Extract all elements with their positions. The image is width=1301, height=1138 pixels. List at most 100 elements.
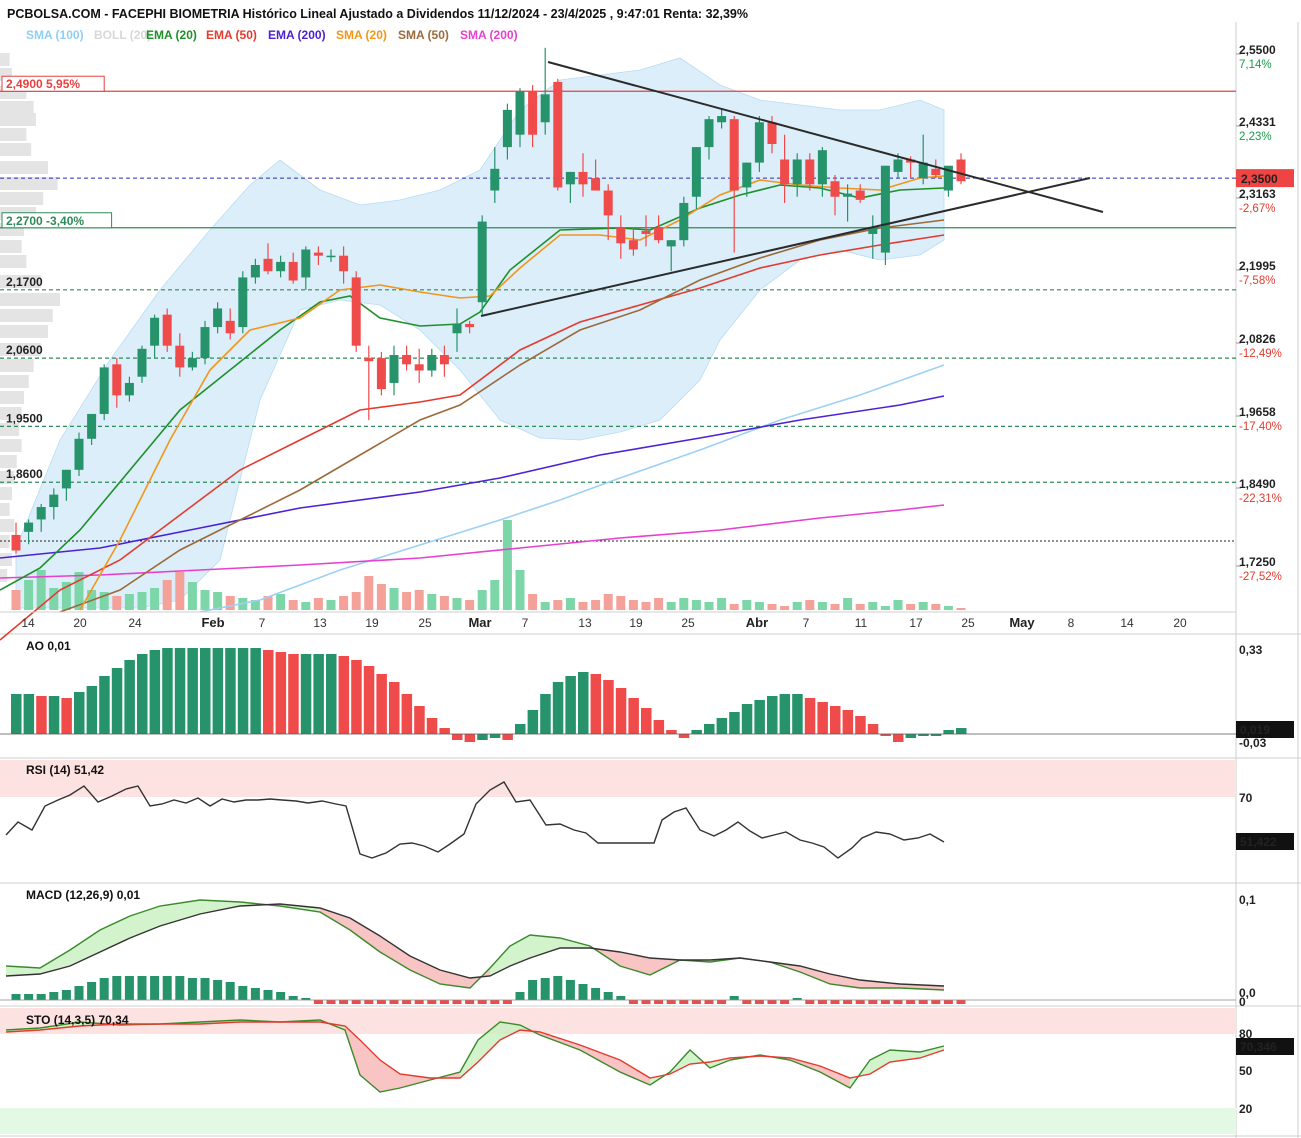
candle-body bbox=[540, 94, 550, 123]
volume-bar bbox=[187, 582, 197, 610]
macd-histogram-bar bbox=[402, 1000, 412, 1004]
rsi-label: RSI (14) 51,42 bbox=[26, 763, 104, 777]
volume-bar bbox=[402, 592, 412, 610]
candle-body bbox=[61, 469, 71, 489]
volume-bar bbox=[502, 520, 512, 610]
macd-histogram-bar bbox=[628, 1000, 638, 1004]
volume-bar bbox=[817, 602, 827, 610]
ao-bar bbox=[439, 728, 450, 734]
volume-profile-bar bbox=[0, 53, 10, 66]
candle-body bbox=[376, 358, 386, 390]
volume-bar bbox=[855, 604, 865, 610]
time-tick-label: 7 bbox=[522, 616, 529, 630]
volume-bar bbox=[11, 590, 21, 610]
price-tick-percent: -22,31% bbox=[1239, 493, 1282, 505]
volume-profile-bar bbox=[0, 255, 27, 268]
volume-profile-bar bbox=[0, 569, 8, 582]
volume-bar bbox=[364, 576, 374, 610]
legend-item: SMA (50) bbox=[398, 28, 449, 42]
ao-bar bbox=[855, 716, 866, 734]
candle-body bbox=[742, 162, 752, 188]
macd-histogram-bar bbox=[502, 1000, 512, 1004]
volume-bar bbox=[339, 596, 349, 610]
time-tick-label: 25 bbox=[418, 616, 432, 630]
volume-bar bbox=[880, 606, 890, 610]
volume-profile-bar bbox=[0, 113, 36, 126]
ao-bar bbox=[313, 654, 324, 734]
ao-bar bbox=[515, 724, 526, 734]
macd-histogram-bar bbox=[868, 1000, 878, 1004]
candle-body bbox=[87, 413, 97, 439]
ao-bar bbox=[452, 734, 463, 740]
macd-histogram-bar bbox=[805, 1000, 815, 1004]
candle-body bbox=[691, 147, 701, 197]
volume-bar bbox=[792, 602, 802, 610]
ao-bar bbox=[162, 648, 173, 734]
candle-body bbox=[578, 171, 588, 185]
time-tick-label: 19 bbox=[365, 616, 379, 630]
ao-bar bbox=[817, 702, 828, 734]
ao-bar bbox=[615, 688, 627, 734]
volume-bar bbox=[389, 588, 399, 610]
candle-body bbox=[150, 317, 160, 346]
volume-bar bbox=[175, 572, 185, 610]
candle-body bbox=[11, 534, 21, 551]
ao-bar bbox=[565, 676, 576, 734]
price-tick-label: 2,1995 bbox=[1239, 259, 1276, 273]
sto-tick-label: 20 bbox=[1239, 1102, 1253, 1116]
volume-bar bbox=[124, 594, 134, 610]
volume-bar bbox=[654, 598, 664, 610]
candle-body bbox=[187, 358, 197, 368]
macd-histogram-bar bbox=[515, 992, 525, 1000]
ao-bar bbox=[590, 674, 602, 734]
ao-bar bbox=[187, 648, 198, 734]
candle-body bbox=[276, 261, 286, 272]
volume-bar bbox=[893, 600, 903, 610]
ao-bar bbox=[767, 696, 778, 734]
macd-histogram-bar bbox=[780, 1000, 790, 1004]
macd-histogram-bar bbox=[666, 1000, 676, 1004]
candle-body bbox=[654, 227, 664, 241]
candle-body bbox=[200, 327, 210, 359]
candle-body bbox=[364, 358, 374, 362]
volume-bar bbox=[943, 606, 953, 610]
candle-body bbox=[439, 354, 449, 365]
ao-bar bbox=[792, 694, 803, 734]
volume-bar bbox=[515, 570, 525, 610]
candle-body bbox=[427, 354, 437, 371]
volume-bar bbox=[754, 602, 764, 610]
macd-histogram-bar bbox=[162, 976, 172, 1000]
ao-bar bbox=[956, 728, 967, 734]
legend-item: EMA (200) bbox=[268, 28, 326, 42]
volume-bar bbox=[288, 600, 298, 610]
candle-body bbox=[666, 240, 676, 247]
volume-bar bbox=[200, 590, 210, 610]
ao-bar bbox=[363, 666, 375, 734]
macd-histogram-bar bbox=[124, 976, 134, 1000]
candle-body bbox=[477, 221, 487, 303]
time-tick-label: Feb bbox=[201, 615, 224, 630]
candle-body bbox=[855, 190, 865, 200]
macd-histogram-bar bbox=[591, 988, 601, 1000]
ao-bar bbox=[225, 648, 236, 734]
ao-current-value: 0,019 bbox=[1240, 723, 1270, 737]
volume-profile-bar bbox=[0, 487, 12, 500]
volume-bar bbox=[465, 600, 475, 610]
time-tick-label: 25 bbox=[961, 616, 975, 630]
candle-body bbox=[717, 116, 727, 123]
macd-histogram-bar bbox=[175, 976, 185, 1000]
candle-body bbox=[679, 202, 689, 241]
legend-item: SMA (100) bbox=[26, 28, 84, 42]
current-price-value: 2,3500 bbox=[1241, 172, 1278, 186]
volume-bar bbox=[641, 602, 651, 610]
ao-bar bbox=[61, 698, 72, 734]
volume-profile-bar bbox=[0, 325, 48, 338]
volume-bar bbox=[528, 594, 538, 610]
ao-bar bbox=[502, 734, 513, 740]
macd-histogram-bar bbox=[276, 992, 286, 1000]
macd-histogram-bar bbox=[477, 1000, 487, 1004]
price-tick-label: 2,0826 bbox=[1239, 332, 1276, 346]
ao-bar bbox=[691, 730, 702, 734]
volume-bar bbox=[49, 588, 59, 610]
chart-title: PCBOLSA.COM - FACEPHI BIOMETRIA Históric… bbox=[7, 7, 748, 21]
